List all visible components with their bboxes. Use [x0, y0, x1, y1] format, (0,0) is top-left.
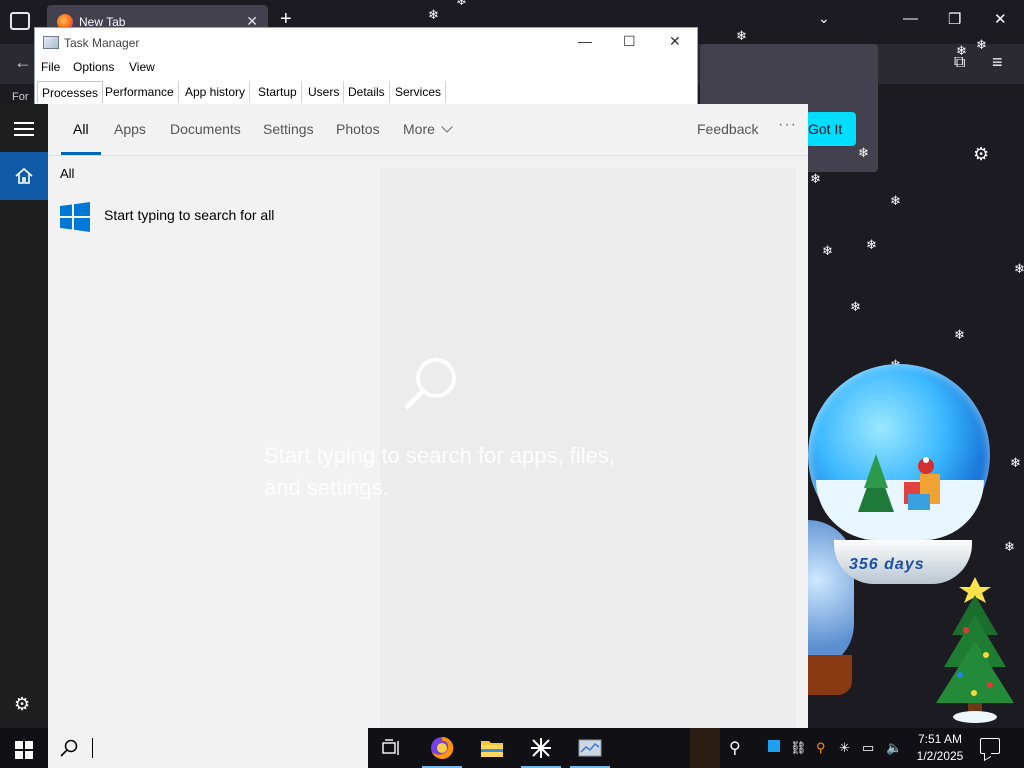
file-explorer-button[interactable]	[468, 728, 516, 768]
tab-documents[interactable]: Documents	[170, 121, 241, 137]
start-rail: ⚙	[0, 104, 48, 728]
search-hint-item: Start typing to search for all	[48, 198, 368, 238]
snowflake-icon: ❄	[850, 299, 861, 314]
minimize-button[interactable]: —	[578, 33, 592, 49]
task-manager-window: Task Manager — ☐ ✕ File Options View Pro…	[34, 27, 698, 108]
bookmark-stub[interactable]: For	[12, 91, 29, 103]
empty-state-text: Start typing to search for apps, files, …	[264, 443, 615, 500]
desktop-peek	[690, 728, 720, 768]
active-tab-indicator	[61, 152, 101, 155]
maximize-button[interactable]: ☐	[623, 33, 636, 50]
close-button[interactable]: ✕	[994, 10, 1007, 28]
snipping-tool-button[interactable]	[517, 728, 565, 768]
tab-processes[interactable]: Processes	[37, 81, 104, 103]
got-it-button[interactable]: Got It	[806, 112, 856, 146]
snowflake-icon: ❄	[1004, 539, 1015, 554]
tab-app-history[interactable]: App history	[181, 81, 251, 103]
days-counter: 356 days	[849, 556, 925, 573]
tab-settings[interactable]: Settings	[263, 121, 314, 137]
tab-apps[interactable]: Apps	[114, 121, 146, 137]
task-view-button[interactable]	[368, 728, 416, 768]
search-icon	[404, 358, 456, 410]
window-title: Task Manager	[64, 36, 140, 50]
tab-photos[interactable]: Photos	[336, 121, 380, 137]
minimize-button[interactable]: —	[903, 10, 918, 27]
people-icon[interactable]: ⚲	[729, 738, 741, 758]
snowflake-icon: ❄	[956, 43, 967, 58]
windows-logo-icon	[60, 202, 90, 232]
more-options-button[interactable]: ···	[778, 116, 797, 134]
home-button[interactable]	[0, 152, 48, 200]
search-panel: All Apps Documents Settings Photos More …	[48, 104, 808, 728]
tab-services[interactable]: Services	[391, 81, 447, 103]
task-manager-taskbar-button[interactable]	[566, 728, 614, 768]
task-manager-titlebar[interactable]: Task Manager — ☐ ✕	[35, 28, 697, 58]
tab-details[interactable]: Details	[344, 81, 390, 103]
volume-muted-icon[interactable]: 🔈	[886, 740, 902, 756]
tab-performance[interactable]: Performance	[101, 81, 179, 103]
home-icon	[15, 167, 33, 184]
menu-options[interactable]: Options	[73, 60, 114, 74]
folder-icon	[481, 741, 503, 757]
snip-icon	[531, 738, 551, 758]
firefox-icon	[431, 736, 454, 759]
snowflake-icon: ❄	[810, 171, 821, 186]
snowflake-tray-icon[interactable]: ✳	[839, 740, 850, 756]
firefox-taskbar-button[interactable]	[418, 728, 466, 768]
system-clock[interactable]: 7:51 AM 1/2/2025	[912, 731, 968, 765]
christmas-tree-icon	[936, 577, 1014, 723]
snowflake-icon: ❄	[976, 37, 987, 52]
task-manager-icon	[578, 739, 602, 757]
taskbar-search-box[interactable]	[48, 728, 368, 768]
action-center-icon[interactable]	[980, 738, 1000, 754]
snowflake-icon: ❄	[428, 7, 439, 22]
clock-time: 7:51 AM	[917, 732, 963, 746]
network-icon[interactable]: ▭	[862, 740, 874, 756]
taskbar: ⚲ ⛓ ⚲ ✳ ▭ 🔈 7:51 AM 1/2/2025	[0, 728, 1024, 768]
search-tray-icon[interactable]: ⚲	[816, 740, 826, 756]
back-button[interactable]: ←	[14, 52, 32, 73]
network-users-icon[interactable]: ⛓	[790, 740, 807, 756]
search-hint-text: Start typing to search for all	[104, 207, 275, 223]
christmas-scene-icon	[858, 454, 940, 512]
snowflake-icon: ❄	[822, 243, 833, 258]
snowflake-icon: ❄	[954, 327, 965, 342]
hamburger-menu-icon[interactable]	[14, 122, 34, 136]
clock-date: 1/2/2025	[916, 749, 964, 763]
snowflake-icon: ❄	[1010, 455, 1021, 470]
snowflake-icon: ❄	[890, 193, 901, 208]
snowflake-icon: ❄	[1014, 261, 1024, 276]
tab-more[interactable]: More	[403, 121, 453, 137]
list-all-tabs-button[interactable]: ⌄	[818, 10, 830, 27]
feedback-link[interactable]: Feedback	[697, 121, 758, 137]
snowflake-icon: ❄	[858, 145, 869, 160]
tab-users[interactable]: Users	[304, 81, 345, 103]
tab-all[interactable]: All	[73, 121, 89, 137]
windows-logo-icon	[15, 741, 33, 759]
search-icon	[60, 739, 78, 757]
snow-globe-back-base	[808, 655, 852, 695]
results-heading: All	[60, 166, 75, 181]
snowflake-icon: ❄	[736, 28, 747, 43]
snowflake-icon: ❄	[456, 0, 467, 8]
tab-startup[interactable]: Startup	[254, 81, 302, 103]
gear-icon[interactable]: ⚙	[973, 144, 989, 165]
chevron-down-icon	[441, 121, 453, 133]
menu-file[interactable]: File	[41, 60, 60, 74]
task-manager-icon	[43, 36, 59, 49]
settings-gear-icon[interactable]: ⚙	[14, 694, 30, 715]
search-scope-tabs: All Apps Documents Settings Photos More …	[48, 104, 808, 156]
menu-view[interactable]: View	[129, 60, 155, 74]
tab-list-icon[interactable]	[10, 12, 30, 30]
maximize-button[interactable]: ❐	[948, 10, 961, 28]
app-menu-button[interactable]: ≡	[992, 52, 1003, 73]
snowflake-icon: ❄	[866, 237, 877, 252]
start-button[interactable]	[0, 728, 48, 768]
close-button[interactable]: ✕	[669, 33, 681, 50]
tab-more-label: More	[403, 121, 435, 137]
text-caret	[92, 738, 93, 758]
tray-app-icon[interactable]	[768, 740, 780, 752]
task-view-icon	[382, 739, 399, 755]
